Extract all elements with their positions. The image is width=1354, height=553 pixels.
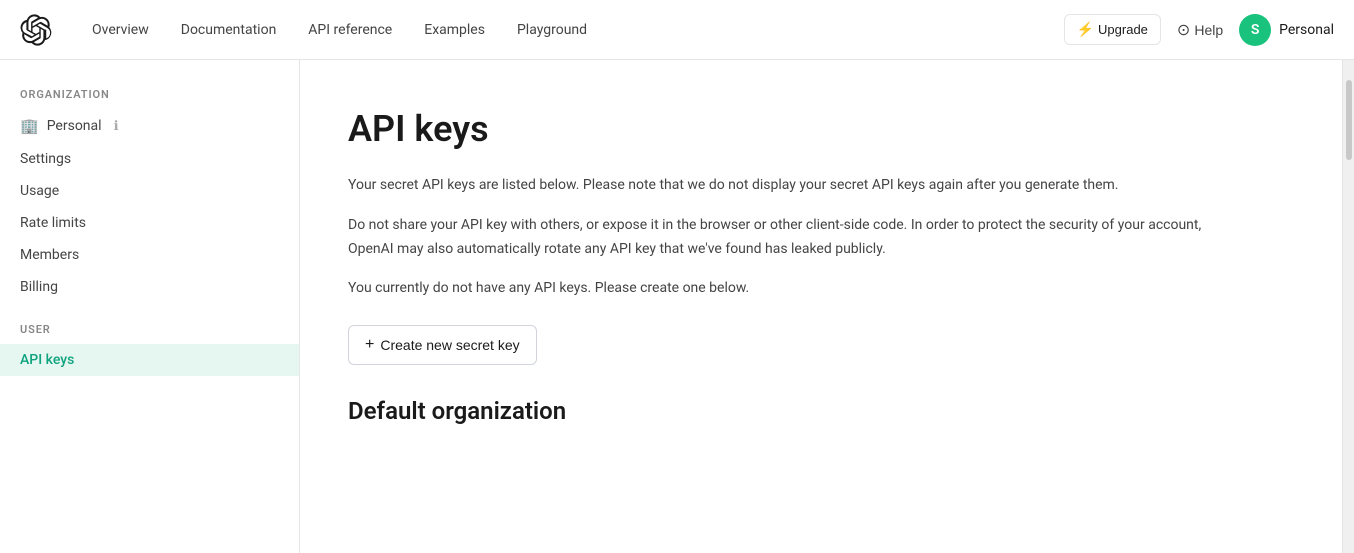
upgrade-label: Upgrade [1098,22,1148,37]
info-icon: ℹ [114,119,119,134]
user-name: Personal [1279,22,1334,38]
main-content: API keys Your secret API keys are listed… [300,60,1342,553]
help-button[interactable]: ⊙ Help [1177,20,1223,40]
default-org-title: Default organization [348,397,1294,425]
paragraph-1: Your secret API keys are listed below. P… [348,174,1208,198]
sidebar-apikeys-label: API keys [20,352,74,368]
sidebar-item-rate-limits[interactable]: Rate limits [0,207,299,239]
sidebar-item-personal[interactable]: 🏢 Personal ℹ [0,109,299,143]
sidebar-personal-label: Personal [47,118,102,134]
nav-link-api-reference[interactable]: API reference [292,14,408,46]
nav-links: Overview Documentation API reference Exa… [76,14,1064,46]
help-circle-icon: ⊙ [1177,20,1190,40]
avatar: S [1239,14,1271,46]
create-secret-key-button[interactable]: + Create new secret key [348,325,537,365]
plus-icon: + [365,336,374,354]
upgrade-button[interactable]: ⚡ Upgrade [1064,14,1161,45]
paragraph-3: You currently do not have any API keys. … [348,277,1208,301]
sidebar-billing-label: Billing [20,279,58,295]
sidebar: ORGANIZATION 🏢 Personal ℹ Settings Usage… [0,60,300,553]
bolt-icon: ⚡ [1077,21,1094,38]
help-label: Help [1194,22,1223,38]
nav-link-documentation[interactable]: Documentation [165,14,293,46]
scrollbar[interactable] [1342,60,1354,553]
sidebar-members-label: Members [20,247,79,263]
layout: ORGANIZATION 🏢 Personal ℹ Settings Usage… [0,60,1354,553]
sidebar-settings-label: Settings [20,151,71,167]
sidebar-item-settings[interactable]: Settings [0,143,299,175]
sidebar-ratelimits-label: Rate limits [20,215,86,231]
paragraph-2: Do not share your API key with others, o… [348,214,1208,262]
sidebar-item-usage[interactable]: Usage [0,175,299,207]
nav-right: ⚡ Upgrade ⊙ Help S Personal [1064,14,1334,46]
user-menu[interactable]: S Personal [1239,14,1334,46]
user-section-label: USER [0,323,299,336]
sidebar-usage-label: Usage [20,183,59,199]
sidebar-item-billing[interactable]: Billing [0,271,299,303]
sidebar-item-members[interactable]: Members [0,239,299,271]
create-button-label: Create new secret key [380,337,519,353]
sidebar-item-api-keys[interactable]: API keys [0,344,299,376]
building-icon: 🏢 [20,117,39,135]
org-section-label: ORGANIZATION [0,88,299,101]
logo[interactable] [20,14,52,46]
nav-link-playground[interactable]: Playground [501,14,603,46]
top-nav: Overview Documentation API reference Exa… [0,0,1354,60]
nav-link-examples[interactable]: Examples [408,14,501,46]
nav-link-overview[interactable]: Overview [76,14,165,46]
page-title: API keys [348,108,1294,150]
scrollbar-thumb[interactable] [1346,80,1352,160]
